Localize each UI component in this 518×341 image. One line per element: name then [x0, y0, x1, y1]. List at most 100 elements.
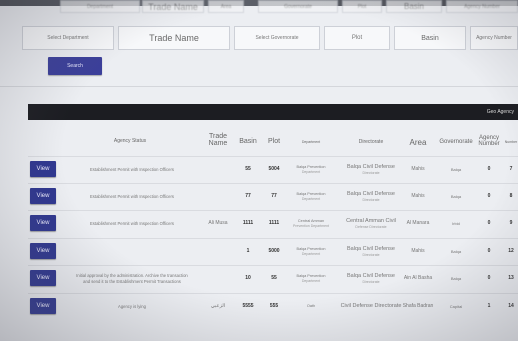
basin-input[interactable]: Basin: [394, 26, 466, 50]
table-header: Agency Status Trade Name Basin Plot Depa…: [28, 124, 518, 154]
header-plot: Plot: [267, 138, 281, 145]
section-divider: [0, 86, 518, 87]
cell-number: 7: [504, 157, 518, 182]
cell-department: Balqa Prevention Department: [286, 239, 336, 264]
cell-governorate: Irbid: [434, 211, 478, 236]
cell-agency-number-text: 0: [487, 220, 491, 227]
cell-basin-text: 10: [245, 275, 251, 282]
cell-status: Initial approval by the administration. …: [62, 266, 202, 291]
cell-trade-name: Ali Musa: [200, 211, 236, 236]
cell-plot-text: 1111: [268, 220, 280, 227]
cell-number-text: 14: [508, 303, 514, 310]
cell-trade-name: [200, 266, 236, 291]
cell-agency-number: 0: [478, 211, 500, 236]
view-button[interactable]: View: [30, 298, 56, 314]
header-directorate: Directorate: [358, 139, 384, 145]
cell-basin-text: 1111: [242, 220, 254, 227]
ghost-basin: Basin: [386, 0, 442, 13]
cell-department-subtext: Prevention Department: [293, 223, 329, 228]
cell-status-text: Establishment Permit with Inspection Off…: [90, 166, 174, 172]
cell-directorate-text: Balqa Civil Defense: [347, 245, 395, 252]
filter-row: Select Department Trade Name Select Gove…: [22, 26, 518, 50]
cell-department: Balqa Prevention Department: [286, 184, 336, 209]
view-button[interactable]: View: [30, 270, 56, 286]
cell-trade-name-text: الزعبي: [210, 303, 226, 310]
trade-name-input[interactable]: Trade Name: [118, 26, 230, 50]
cell-department: Central Amman Prevention Department: [286, 211, 336, 236]
cell-area: Mahis: [400, 239, 436, 264]
cell-directorate-text: Civil Defense Directorate: [340, 303, 402, 310]
cell-trade-name-text: Ali Musa: [208, 220, 228, 227]
cell-plot-text: 5004: [268, 166, 280, 173]
cell-basin: 10: [234, 266, 262, 291]
cell-directorate: Balqa Civil Defense Directorate: [336, 266, 406, 291]
cell-agency-number-text: 0: [487, 248, 491, 255]
governorate-select[interactable]: Select Governorate: [234, 26, 320, 50]
cell-trade-name: [200, 184, 236, 209]
cell-department: Balqa Prevention Department: [286, 266, 336, 291]
cell-agency-number-text: 0: [487, 166, 491, 173]
cell-plot: 55: [261, 266, 287, 291]
cell-trade-name: [200, 239, 236, 264]
cell-department: Oath: [286, 294, 336, 319]
cell-governorate-text: Balqa: [450, 167, 462, 172]
cell-plot: 77: [261, 184, 287, 209]
cell-plot-text: 5000: [268, 248, 280, 255]
cell-status-text: Establishment Permit with Inspection Off…: [90, 220, 174, 226]
ghost-area: Area: [208, 0, 244, 13]
cell-directorate-text: Balqa Civil Defense: [347, 190, 395, 197]
view-button[interactable]: View: [30, 161, 56, 177]
cell-area-text: Mahis: [411, 166, 425, 173]
cell-department-subtext: Department: [301, 196, 321, 201]
cell-number-text: 7: [509, 166, 513, 173]
cell-status: Establishment Permit with Inspection Off…: [62, 211, 202, 236]
cell-plot: 555: [261, 294, 287, 319]
department-select[interactable]: Select Department: [22, 26, 114, 50]
cell-number-text: 9: [509, 220, 513, 227]
search-button[interactable]: Search: [48, 57, 102, 75]
cell-governorate-text: Balqa: [450, 194, 462, 199]
table-row: View Establishment Permit with Inspection…: [28, 156, 518, 181]
cell-area: Al Manara: [400, 211, 436, 236]
header-department: Department: [301, 140, 321, 144]
cell-basin: 1111: [234, 211, 262, 236]
cell-governorate-text: Balqa: [450, 276, 462, 281]
cell-directorate: Balqa Civil Defense Directorate: [336, 184, 406, 209]
cell-agency-number-text: 1: [487, 303, 491, 310]
cell-department-subtext: Department: [301, 251, 321, 256]
ghost-agency-number: Agency Number: [446, 0, 518, 13]
cell-plot-text: 77: [271, 193, 277, 200]
table-row: View Agency is lying الزعبي 5555 555 Oath Civi…: [28, 293, 518, 318]
cell-agency-number-text: 0: [487, 193, 491, 200]
cell-status-text: Establishment Permit with Inspection Off…: [90, 193, 174, 199]
cell-basin: 1: [234, 239, 262, 264]
cell-plot: 5000: [261, 239, 287, 264]
cell-status: [62, 239, 202, 264]
agency-number-input[interactable]: Agency Number: [470, 26, 518, 50]
cell-area: Ain Al Basha: [400, 266, 436, 291]
cell-agency-number: 0: [478, 157, 500, 182]
cell-number: 9: [504, 211, 518, 236]
plot-input[interactable]: Plot: [324, 26, 390, 50]
cell-status: Establishment Permit with Inspection Off…: [62, 184, 202, 209]
view-button[interactable]: View: [30, 188, 56, 204]
header-governorate: Governorate: [439, 139, 473, 145]
cell-governorate-text: Irbid: [452, 221, 460, 226]
cell-area: Mahis: [400, 157, 436, 182]
cell-agency-number: 1: [478, 294, 500, 319]
cell-agency-number-text: 0: [487, 275, 491, 282]
ghost-governorate: Governorate: [258, 0, 338, 13]
header-basin: Basin: [239, 138, 257, 145]
table-row: View Establishment Permit with Inspection…: [28, 183, 518, 208]
cell-agency-number: 0: [478, 239, 500, 264]
cell-basin: 5555: [234, 294, 262, 319]
cell-area-text: Al Manara: [406, 220, 430, 227]
cell-basin-text: 55: [245, 166, 251, 173]
previous-filter-row: Department Trade Name Area Governorate P…: [0, 0, 518, 14]
cell-number-text: 12: [508, 248, 514, 255]
cell-directorate-text: Balqa Civil Defense: [347, 272, 395, 279]
cell-department-text: Oath: [306, 304, 316, 309]
header-number: Number: [504, 140, 518, 144]
view-button[interactable]: View: [30, 215, 56, 231]
view-button[interactable]: View: [30, 243, 56, 259]
